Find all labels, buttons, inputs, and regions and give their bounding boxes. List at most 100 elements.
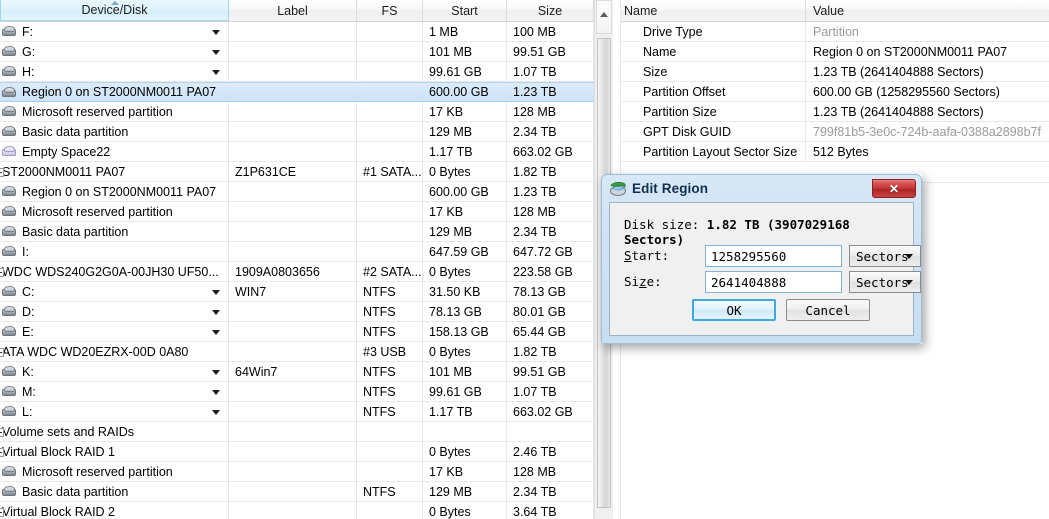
- cell-device[interactable]: Virtual Block RAID 1: [0, 442, 229, 461]
- column-header-label[interactable]: Label: [229, 0, 357, 21]
- collapse-icon[interactable]: [0, 507, 4, 517]
- table-row[interactable]: Microsoft reserved partition 17 KB 128 MB: [0, 102, 594, 122]
- scroll-up-arrow-icon[interactable]: [596, 0, 612, 34]
- table-row[interactable]: D: NTFS 78.13 GB 80.01 GB: [0, 302, 594, 322]
- table-row[interactable]: Volume sets and RAIDs: [0, 422, 594, 442]
- cell-device[interactable]: C:: [0, 282, 229, 301]
- collapse-icon[interactable]: [0, 167, 4, 177]
- table-row[interactable]: G: 101 MB 99.51 GB: [0, 42, 594, 62]
- table-row[interactable]: Virtual Block RAID 2 0 Bytes 3.64 TB: [0, 502, 594, 519]
- cell-device[interactable]: ATA WDC WD20EZRX-00D 0A80: [0, 342, 229, 361]
- size-input[interactable]: 2641404888: [705, 271, 842, 293]
- table-row[interactable]: Basic data partition NTFS 129 MB 2.34 TB: [0, 482, 594, 502]
- properties-column-header-value[interactable]: Value: [806, 0, 1049, 21]
- cell-device[interactable]: Basic data partition: [0, 482, 229, 501]
- cell-device[interactable]: Basic data partition: [0, 122, 229, 141]
- table-row[interactable]: M: NTFS 99.61 GB 1.07 TB: [0, 382, 594, 402]
- property-row[interactable]: Drive Type Partition: [617, 22, 1049, 42]
- chevron-down-icon[interactable]: [212, 389, 220, 395]
- chevron-down-icon[interactable]: [212, 369, 220, 375]
- table-row[interactable]: I: 647.59 GB 647.72 GB: [0, 242, 594, 262]
- cell-device[interactable]: E:: [0, 322, 229, 341]
- cell-label: [229, 482, 357, 501]
- cell-device[interactable]: Microsoft reserved partition: [0, 102, 229, 121]
- cell-label: WIN7: [229, 282, 357, 301]
- table-row[interactable]: Basic data partition 129 MB 2.34 TB: [0, 122, 594, 142]
- chevron-down-icon[interactable]: [212, 289, 220, 295]
- table-row[interactable]: H: 99.61 GB 1.07 TB: [0, 62, 594, 82]
- property-row[interactable]: Partition Offset 600.00 GB (1258295560 Se…: [617, 82, 1049, 102]
- cell-device[interactable]: Microsoft reserved partition: [0, 202, 229, 221]
- column-header-fs[interactable]: FS: [357, 0, 423, 21]
- collapse-icon[interactable]: [0, 347, 4, 357]
- cell-device[interactable]: Virtual Block RAID 2: [0, 502, 229, 519]
- cell-size: [507, 422, 594, 441]
- start-unit-select[interactable]: Sectors: [849, 245, 921, 267]
- table-row[interactable]: ST2000NM0011 PA07 Z1P631CE #1 SATA... 0 Byt…: [0, 162, 594, 182]
- table-row[interactable]: Region 0 on ST2000NM0011 PA07 600.00 GB 1.…: [0, 182, 594, 202]
- cell-device[interactable]: Region 0 on ST2000NM0011 PA07: [0, 182, 229, 201]
- start-input[interactable]: 1258295560: [705, 245, 842, 267]
- size-unit-select[interactable]: Sectors: [849, 271, 921, 293]
- cell-device[interactable]: Empty Space22: [0, 142, 229, 161]
- collapse-icon[interactable]: [0, 447, 4, 457]
- cell-start: 647.59 GB: [423, 242, 507, 261]
- column-header-size[interactable]: Size: [507, 0, 594, 21]
- chevron-down-icon[interactable]: [212, 409, 220, 415]
- table-row[interactable]: L: NTFS 1.17 TB 663.02 GB: [0, 402, 594, 422]
- table-row[interactable]: Virtual Block RAID 1 0 Bytes 2.46 TB: [0, 442, 594, 462]
- column-header-start[interactable]: Start: [423, 0, 507, 21]
- properties-column-header-row: Name Value: [617, 0, 1049, 22]
- chevron-down-icon[interactable]: [212, 309, 220, 315]
- table-row[interactable]: K: 64Win7 NTFS 101 MB 99.51 GB: [0, 362, 594, 382]
- chevron-down-icon[interactable]: [212, 29, 220, 35]
- collapse-icon[interactable]: [0, 267, 4, 277]
- cell-device[interactable]: D:: [0, 302, 229, 321]
- cell-device[interactable]: F:: [0, 22, 229, 41]
- table-row[interactable]: Basic data partition 129 MB 2.34 TB: [0, 222, 594, 242]
- cell-device[interactable]: Basic data partition: [0, 222, 229, 241]
- collapse-icon[interactable]: [0, 427, 4, 437]
- property-row[interactable]: Partition Layout Sector Size 512 Bytes: [617, 142, 1049, 162]
- chevron-down-icon[interactable]: [212, 49, 220, 55]
- cell-device[interactable]: WDC WDS240G2G0A-00JH30 UF50...: [0, 262, 229, 281]
- ok-button[interactable]: OK: [692, 299, 776, 321]
- cell-device[interactable]: Volume sets and RAIDs: [0, 422, 229, 441]
- cell-device[interactable]: Microsoft reserved partition: [0, 462, 229, 481]
- chevron-down-icon[interactable]: [212, 329, 220, 335]
- property-row[interactable]: GPT Disk GUID 799f81b5-3e0c-724b-aafa-038…: [617, 122, 1049, 142]
- cell-device[interactable]: K:: [0, 362, 229, 381]
- cell-device[interactable]: G:: [0, 42, 229, 61]
- table-row[interactable]: Microsoft reserved partition 17 KB 128 MB: [0, 462, 594, 482]
- property-row[interactable]: Size 1.23 TB (2641404888 Sectors): [617, 62, 1049, 82]
- close-icon[interactable]: ✕: [872, 179, 916, 198]
- cell-device[interactable]: Region 0 on ST2000NM0011 PA07: [0, 83, 229, 101]
- cell-device[interactable]: ST2000NM0011 PA07: [0, 162, 229, 181]
- cell-device[interactable]: M:: [0, 382, 229, 401]
- cancel-button[interactable]: Cancel: [786, 299, 870, 321]
- cell-fs: [357, 202, 423, 221]
- chevron-down-icon[interactable]: [212, 69, 220, 75]
- disk-size-label: Disk size:: [624, 217, 700, 232]
- table-row[interactable]: Region 0 on ST2000NM0011 PA07 600.00 GB 1.…: [0, 82, 594, 102]
- property-row[interactable]: Partition Size 1.23 TB (2641404888 Sector…: [617, 102, 1049, 122]
- table-row[interactable]: C: WIN7 NTFS 31.50 KB 78.13 GB: [0, 282, 594, 302]
- disk-icon: [2, 126, 17, 137]
- table-row[interactable]: Empty Space22 1.17 TB 663.02 GB: [0, 142, 594, 162]
- cell-device[interactable]: I:: [0, 242, 229, 261]
- table-row[interactable]: F: 1 MB 100 MB: [0, 22, 594, 42]
- table-row[interactable]: ATA WDC WD20EZRX-00D 0A80 #3 USB 0 Bytes 1.…: [0, 342, 594, 362]
- cell-label: Z1P631CE: [229, 162, 357, 181]
- cell-device[interactable]: L:: [0, 402, 229, 421]
- edit-region-dialog[interactable]: Edit Region ✕ Disk size: 1.82 TB (390702…: [601, 174, 922, 344]
- dialog-title-bar[interactable]: Edit Region ✕: [605, 178, 918, 203]
- table-row[interactable]: E: NTFS 158.13 GB 65.44 GB: [0, 322, 594, 342]
- start-label-suffix: tart:: [631, 248, 670, 263]
- column-header-device[interactable]: Device/Disk: [0, 0, 229, 21]
- cell-device[interactable]: H:: [0, 62, 229, 81]
- device-label: E:: [22, 324, 34, 339]
- properties-column-header-name[interactable]: Name: [617, 0, 806, 21]
- property-row[interactable]: Name Region 0 on ST2000NM0011 PA07: [617, 42, 1049, 62]
- table-row[interactable]: Microsoft reserved partition 17 KB 128 MB: [0, 202, 594, 222]
- table-row[interactable]: WDC WDS240G2G0A-00JH30 UF50... 1909A08036…: [0, 262, 594, 282]
